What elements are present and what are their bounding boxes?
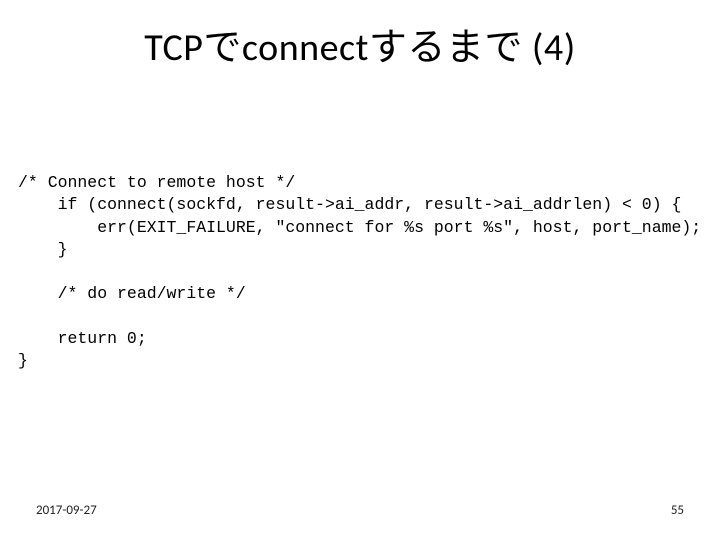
footer-page-number: 55 [671,503,684,518]
code-line: if (connect(sockfd, result->ai_addr, res… [18,195,681,214]
code-block: /* Connect to remote host */ if (connect… [18,172,702,372]
slide-title: TCPでconnectするまで (4) [0,16,720,71]
code-line: err(EXIT_FAILURE, "connect for %s port %… [18,218,701,237]
code-line: return 0; [18,329,147,348]
code-line: /* Connect to remote host */ [18,173,295,192]
code-line: /* do read/write */ [18,284,246,303]
code-line: } [18,351,28,370]
slide: TCPでconnectするまで (4) /* Connect to remote… [0,0,720,540]
footer-date: 2017-09-27 [36,503,97,518]
code-line: } [18,240,68,259]
